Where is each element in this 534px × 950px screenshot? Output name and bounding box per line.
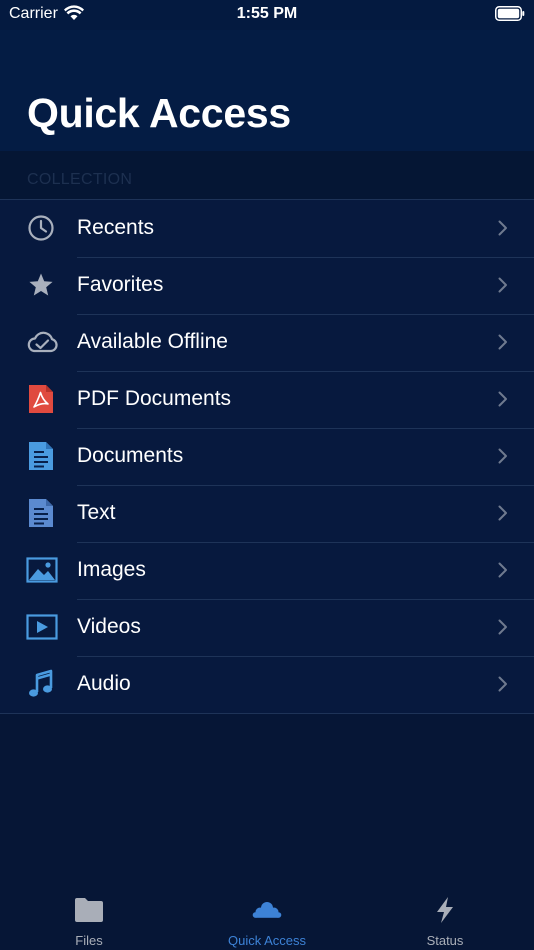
text-file-icon — [25, 497, 57, 529]
tab-bar: Files Quick Access Status — [0, 884, 534, 950]
list-item-label: Documents — [77, 444, 184, 467]
list-item-available-offline[interactable]: Available Offline — [0, 314, 534, 371]
video-icon — [25, 611, 59, 643]
chevron-right-icon — [498, 391, 508, 412]
image-icon — [25, 554, 59, 586]
list-item-favorites[interactable]: Favorites — [0, 257, 534, 314]
list-item-label: Videos — [77, 615, 141, 638]
list-item-text[interactable]: Text — [0, 485, 534, 542]
music-note-icon — [25, 668, 57, 700]
list-item-label: Recents — [77, 216, 155, 239]
tab-files[interactable]: Files — [0, 884, 178, 950]
list-item-label: Available Offline — [77, 330, 228, 353]
section-label: COLLECTION — [27, 171, 133, 188]
tab-status[interactable]: Status — [356, 884, 534, 950]
clock-icon — [25, 212, 57, 244]
chevron-right-icon — [498, 220, 508, 241]
navigation-header: Quick Access — [0, 30, 534, 151]
chevron-right-icon — [498, 334, 508, 355]
tab-quick-access[interactable]: Quick Access — [178, 884, 356, 950]
page-title: Quick Access — [27, 90, 291, 136]
chevron-right-icon — [498, 277, 508, 298]
chevron-right-icon — [498, 562, 508, 583]
document-icon — [25, 440, 57, 472]
cloud-icon — [178, 896, 356, 924]
pdf-icon — [25, 383, 57, 415]
tab-label: Status — [426, 933, 464, 948]
section-header: COLLECTION — [0, 151, 534, 199]
list-item-audio[interactable]: Audio — [0, 656, 534, 713]
status-bar: Carrier 1:55 PM — [0, 0, 534, 30]
list-item-label: PDF Documents — [77, 387, 232, 410]
list-item-pdf-documents[interactable]: PDF Documents — [0, 371, 534, 428]
folder-icon — [0, 896, 178, 924]
battery-icon — [495, 6, 525, 26]
list-item-documents[interactable]: Documents — [0, 428, 534, 485]
list-item-videos[interactable]: Videos — [0, 599, 534, 656]
chevron-right-icon — [498, 505, 508, 526]
bolt-icon — [356, 896, 534, 924]
chevron-right-icon — [498, 448, 508, 469]
cloud-check-icon — [24, 326, 60, 358]
tab-label: Files — [75, 933, 103, 948]
quick-access-list: Recents Favorites Available Offline PDF … — [0, 199, 534, 714]
list-item-label: Favorites — [77, 273, 164, 296]
tab-label: Quick Access — [227, 933, 307, 948]
list-item-recents[interactable]: Recents — [0, 200, 534, 257]
list-item-images[interactable]: Images — [0, 542, 534, 599]
list-item-label: Text — [77, 501, 116, 524]
chevron-right-icon — [498, 676, 508, 697]
chevron-right-icon — [498, 619, 508, 640]
list-item-label: Images — [77, 558, 146, 581]
star-icon — [25, 269, 57, 301]
clock-time: 1:55 PM — [236, 5, 298, 22]
list-item-label: Audio — [77, 672, 131, 695]
